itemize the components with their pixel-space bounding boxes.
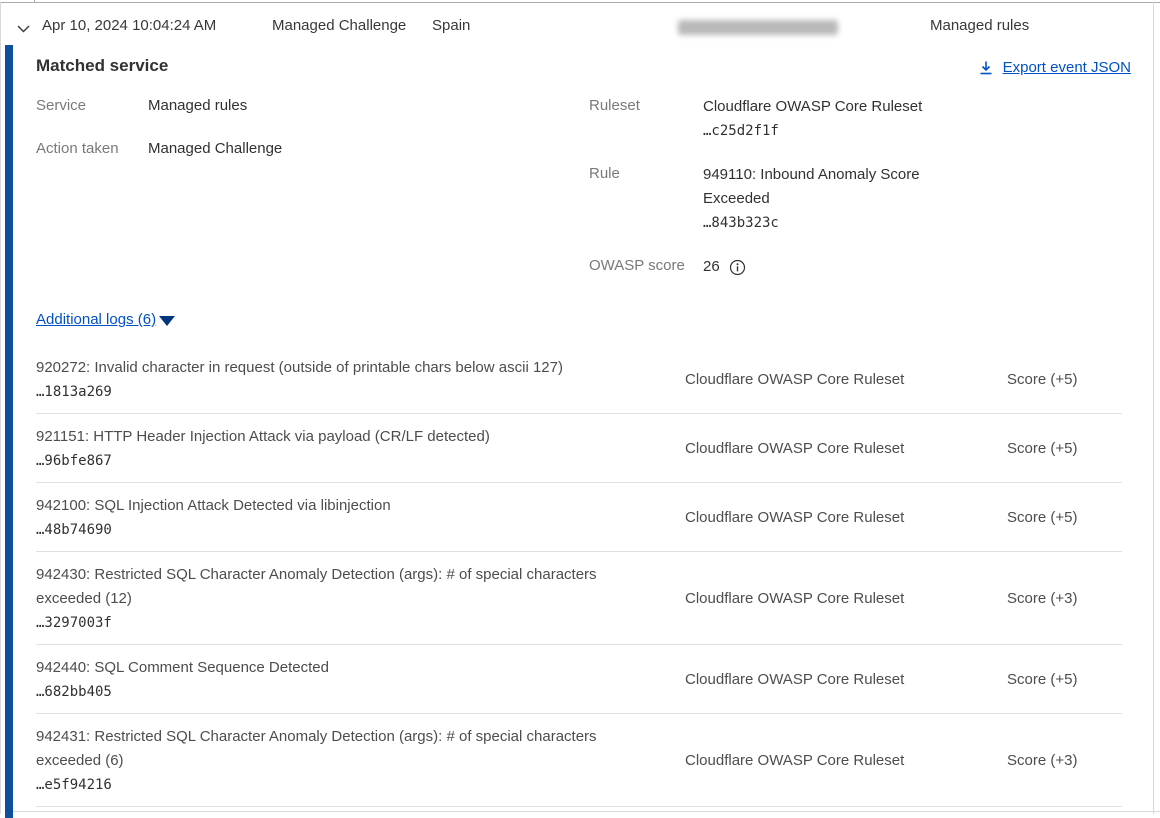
additional-logs-list: 920272: Invalid character in request (ou… — [36, 345, 1122, 807]
export-event-json-label: Export event JSON — [1003, 59, 1131, 76]
log-score: Score (+5) — [1007, 440, 1122, 457]
field-value: Managed Challenge — [148, 138, 282, 159]
log-rule-hash: …682bb405 — [36, 680, 661, 704]
log-row: 942431: Restricted SQL Character Anomaly… — [36, 714, 1122, 807]
event-detail-panel: Apr 10, 2024 10:04:24 AM Managed Challen… — [0, 0, 1160, 818]
event-country: Spain — [432, 17, 470, 34]
field-rule: Rule 949110: Inbound Anomaly Score Excee… — [589, 163, 1009, 235]
log-rule-description: 921151: HTTP Header Injection Attack via… — [36, 428, 490, 445]
log-ruleset-name: Cloudflare OWASP Core Ruleset — [685, 590, 1007, 607]
log-rule-hash: …96bfe867 — [36, 449, 661, 473]
log-rule-hash: …1813a269 — [36, 380, 661, 404]
field-action-taken: Action taken Managed Challenge — [36, 138, 516, 159]
field-label: Ruleset — [589, 95, 703, 143]
rule-name: 949110: Inbound Anomaly Score Exceeded — [703, 163, 948, 211]
log-row: 920272: Invalid character in request (ou… — [36, 345, 1122, 414]
log-rule-hash: …48b74690 — [36, 518, 661, 542]
panel-title: Matched service — [36, 56, 168, 76]
download-icon — [978, 60, 994, 76]
log-ruleset-name: Cloudflare OWASP Core Ruleset — [685, 752, 1007, 769]
export-event-json-link[interactable]: Export event JSON — [978, 59, 1131, 76]
bottom-divider — [13, 811, 1160, 812]
owasp-score-value: 26 — [703, 255, 720, 279]
field-service: Service Managed rules — [36, 95, 516, 116]
field-label: Action taken — [36, 138, 148, 159]
column-divider-remnant — [34, 0, 35, 3]
field-ruleset: Ruleset Cloudflare OWASP Core Ruleset …c… — [589, 95, 1009, 143]
redacted-value — [678, 20, 838, 35]
event-service: Managed rules — [930, 17, 1029, 34]
field-label: Service — [36, 95, 148, 116]
log-rule-description: 942440: SQL Comment Sequence Detected — [36, 659, 329, 676]
additional-logs-label: Additional logs (6) — [36, 311, 156, 328]
right-divider — [1153, 2, 1154, 814]
log-row: 921151: HTTP Header Injection Attack via… — [36, 414, 1122, 483]
field-label: Rule — [589, 163, 703, 235]
log-row: 942430: Restricted SQL Character Anomaly… — [36, 552, 1122, 645]
log-ruleset-name: Cloudflare OWASP Core Ruleset — [685, 440, 1007, 457]
field-owasp-score: OWASP score 26 — [589, 255, 1009, 279]
log-score: Score (+3) — [1007, 590, 1122, 607]
left-divider — [0, 2, 1, 814]
log-row: 942440: SQL Comment Sequence Detected …6… — [36, 645, 1122, 714]
log-rule-hash: …3297003f — [36, 611, 661, 635]
field-value: Managed rules — [148, 95, 247, 116]
log-rule-description: 942100: SQL Injection Attack Detected vi… — [36, 497, 391, 514]
rule-fields: Ruleset Cloudflare OWASP Core Ruleset …c… — [589, 95, 1009, 299]
event-row-header[interactable]: Apr 10, 2024 10:04:24 AM Managed Challen… — [0, 12, 1153, 42]
log-rule-hash: …e5f94216 — [36, 773, 661, 797]
log-ruleset-name: Cloudflare OWASP Core Ruleset — [685, 371, 1007, 388]
log-rule-description: 942431: Restricted SQL Character Anomaly… — [36, 728, 597, 769]
top-divider — [0, 2, 1160, 3]
log-score: Score (+5) — [1007, 509, 1122, 526]
log-score: Score (+5) — [1007, 371, 1122, 388]
expanded-row-accent-bar — [5, 45, 13, 818]
collapse-row-button[interactable] — [13, 18, 33, 38]
rule-id-hash: …843b323c — [703, 211, 948, 235]
additional-logs-toggle[interactable]: Additional logs (6) — [36, 311, 175, 328]
log-score: Score (+5) — [1007, 671, 1122, 688]
triangle-down-icon — [159, 316, 175, 326]
event-timestamp: Apr 10, 2024 10:04:24 AM — [42, 17, 216, 34]
log-rule-description: 920272: Invalid character in request (ou… — [36, 359, 563, 376]
log-rule-description: 942430: Restricted SQL Character Anomaly… — [36, 566, 597, 607]
info-icon[interactable] — [729, 259, 746, 276]
service-fields: Service Managed rules Action taken Manag… — [36, 95, 516, 181]
chevron-down-icon — [16, 21, 31, 36]
ruleset-name: Cloudflare OWASP Core Ruleset — [703, 95, 948, 119]
log-ruleset-name: Cloudflare OWASP Core Ruleset — [685, 509, 1007, 526]
log-row: 942100: SQL Injection Attack Detected vi… — [36, 483, 1122, 552]
log-score: Score (+3) — [1007, 752, 1122, 769]
ruleset-id-hash: …c25d2f1f — [703, 119, 948, 143]
event-action: Managed Challenge — [272, 17, 406, 34]
log-ruleset-name: Cloudflare OWASP Core Ruleset — [685, 671, 1007, 688]
field-label: OWASP score — [589, 255, 703, 279]
